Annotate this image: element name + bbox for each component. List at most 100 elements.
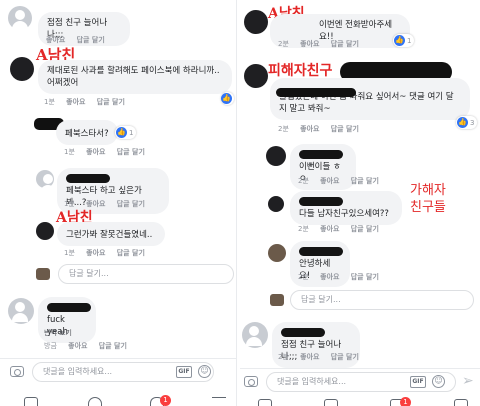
avatar[interactable] bbox=[244, 10, 268, 34]
gif-icon[interactable]: GIF bbox=[410, 376, 426, 388]
avatar[interactable] bbox=[36, 222, 54, 240]
like-link[interactable]: 좋아요 bbox=[300, 125, 319, 133]
reply-link[interactable]: 답글 달기 bbox=[331, 353, 359, 361]
reply-link[interactable]: 답글 달기 bbox=[331, 40, 359, 48]
comment-actions: 방금 좋아요 답글 달기 bbox=[44, 341, 136, 351]
send-icon[interactable]: ➢ bbox=[462, 374, 474, 388]
notification-badge: 1 bbox=[160, 395, 171, 406]
comment-text: 그런가봐 잘못건들였네.. bbox=[66, 230, 153, 240]
comment-actions: 1분 좋아요 답글 달기 bbox=[64, 248, 154, 258]
comment-actions: 1분 좋아요 답글 달기 bbox=[44, 97, 134, 107]
reply-link[interactable]: 답글 달기 bbox=[331, 125, 359, 133]
like-link[interactable]: 좋아요 bbox=[46, 36, 65, 44]
redacted-name bbox=[299, 247, 343, 256]
left-screenshot-panel: 점점 친구 늘어나나;;; 좋아요 답글 달기 A남친 제대로된 사과를 할려해… bbox=[0, 0, 236, 406]
comment-bubble: 제대로된 사과를 할려해도 페이스북에 하라니까..어쩌겠어 bbox=[38, 60, 232, 94]
menu-icon[interactable] bbox=[212, 397, 226, 406]
like-icon: 👍 bbox=[221, 93, 232, 104]
avatar[interactable] bbox=[244, 64, 268, 88]
like-link[interactable]: 좋아요 bbox=[300, 353, 319, 361]
comment-time: 1분 bbox=[44, 98, 55, 106]
comment-bubble: 다들 남자친구있으세여?? bbox=[290, 191, 402, 225]
camera-icon[interactable] bbox=[244, 376, 258, 387]
avatar[interactable] bbox=[268, 244, 286, 262]
reply-link[interactable]: 답글 달기 bbox=[351, 273, 379, 281]
comment-composer: 댓글을 입력하세요... GIF ☺ bbox=[0, 358, 236, 384]
like-link[interactable]: 좋아요 bbox=[86, 148, 105, 156]
reaction-count: 👍 bbox=[221, 92, 234, 105]
comment-time: 2분 bbox=[298, 177, 309, 185]
like-icon: 👍 bbox=[394, 35, 405, 46]
comment-time: 2분 bbox=[298, 273, 309, 281]
like-link[interactable]: 좋아요 bbox=[66, 98, 85, 106]
redacted-name bbox=[299, 197, 343, 206]
reply-link[interactable]: 답글 달기 bbox=[77, 36, 105, 44]
avatar[interactable] bbox=[8, 298, 34, 324]
comment-composer: 댓글을 입력하세요... GIF ☺ ➢ bbox=[240, 368, 480, 394]
reply-link[interactable]: 답글 달기 bbox=[97, 98, 125, 106]
like-icon: 👍 bbox=[116, 127, 127, 138]
reaction-count: 👍 1 bbox=[393, 34, 415, 47]
reaction-count: 👍 3 bbox=[456, 116, 478, 129]
redacted-name bbox=[281, 328, 325, 337]
annotation-label: 피해자친구 bbox=[268, 63, 333, 79]
avatar[interactable] bbox=[266, 146, 286, 166]
comment-actions: 1분 좋아요 답글 달기 bbox=[64, 147, 154, 157]
comment-actions: 2분 좋아요 답글 달기 bbox=[278, 39, 368, 49]
friends-icon[interactable] bbox=[88, 397, 102, 406]
comment-text: 다들 남자친구있으세여?? bbox=[299, 209, 389, 219]
reply-link[interactable]: 답글 달기 bbox=[351, 177, 379, 185]
comment-input[interactable]: 댓글을 입력하세요... bbox=[266, 372, 456, 392]
friends-icon[interactable] bbox=[324, 399, 338, 406]
like-link[interactable]: 좋아요 bbox=[320, 177, 339, 185]
reply-input[interactable]: 답글 달기... bbox=[290, 290, 474, 310]
comment-actions: 2분 좋아요 답글 달기 bbox=[298, 224, 388, 234]
translate-link[interactable]: 번역 보기 bbox=[44, 328, 81, 338]
like-link[interactable]: 좋아요 bbox=[68, 342, 87, 350]
reply-link[interactable]: 답글 달기 bbox=[117, 200, 145, 208]
avatar[interactable] bbox=[8, 6, 32, 30]
avatar[interactable] bbox=[242, 322, 268, 348]
news-feed-icon[interactable] bbox=[24, 397, 38, 406]
comment-actions: 2분 좋아요 답글 달기 bbox=[298, 176, 388, 186]
news-feed-icon[interactable] bbox=[258, 399, 272, 406]
comment-time: 2분 bbox=[278, 353, 289, 361]
right-screenshot-panel: A남친 이번엔 전화받아주세요!! 👍 1 2분 좋아요 답글 달기 피해자친구… bbox=[240, 0, 480, 406]
comment-bubble: 페북스타서? bbox=[56, 120, 118, 145]
translate-text[interactable]: 번역 보기 bbox=[44, 329, 72, 337]
reply-link[interactable]: 답글 달기 bbox=[117, 249, 145, 257]
comment-bubble: 졸업했는데 이건 좀 봐줘요 싶어서~ 댓글 여기 달지 말고 봐줘~ bbox=[270, 78, 470, 120]
comment-bubble: 그런가봐 잘못건들였네.. bbox=[57, 222, 165, 246]
avatar[interactable] bbox=[36, 170, 56, 194]
like-link[interactable]: 좋아요 bbox=[320, 273, 339, 281]
like-link[interactable]: 좋아요 bbox=[86, 249, 105, 257]
comment-actions: 2분 좋아요 답글 달기 bbox=[298, 272, 388, 282]
reply-link[interactable]: 답글 달기 bbox=[117, 148, 145, 156]
avatar[interactable] bbox=[10, 57, 34, 81]
notification-badge: 1 bbox=[400, 397, 411, 406]
comment-time: 방금 bbox=[44, 342, 57, 350]
camera-icon[interactable] bbox=[10, 366, 24, 377]
bottom-nav: 1 bbox=[240, 397, 480, 406]
reply-link[interactable]: 답글 달기 bbox=[351, 225, 379, 233]
comment-actions: 2분 좋아요 답글 달기 bbox=[278, 124, 368, 134]
like-count: 1 bbox=[129, 128, 134, 137]
comment-time: 2분 bbox=[278, 125, 289, 133]
reaction-count: 👍 1 bbox=[115, 126, 137, 139]
like-count: 1 bbox=[407, 36, 412, 45]
emoji-icon[interactable]: ☺ bbox=[198, 365, 211, 378]
redacted-name bbox=[66, 174, 110, 183]
like-link[interactable]: 좋아요 bbox=[300, 40, 319, 48]
annotation-label: 가해자 친구들 bbox=[410, 183, 446, 215]
comment-text: 제대로된 사과를 할려해도 페이스북에 하라니까..어쩌겠어 bbox=[47, 66, 220, 88]
reply-input[interactable]: 답글 달기... bbox=[58, 264, 234, 284]
comment-time: 1분 bbox=[64, 249, 75, 257]
my-avatar bbox=[36, 268, 50, 280]
gif-icon[interactable]: GIF bbox=[176, 366, 192, 378]
menu-icon[interactable] bbox=[454, 399, 468, 406]
like-link[interactable]: 좋아요 bbox=[320, 225, 339, 233]
emoji-icon[interactable]: ☺ bbox=[432, 375, 445, 388]
avatar[interactable] bbox=[268, 196, 284, 212]
reply-link[interactable]: 답글 달기 bbox=[99, 342, 127, 350]
comment-time: 1분 bbox=[64, 148, 75, 156]
